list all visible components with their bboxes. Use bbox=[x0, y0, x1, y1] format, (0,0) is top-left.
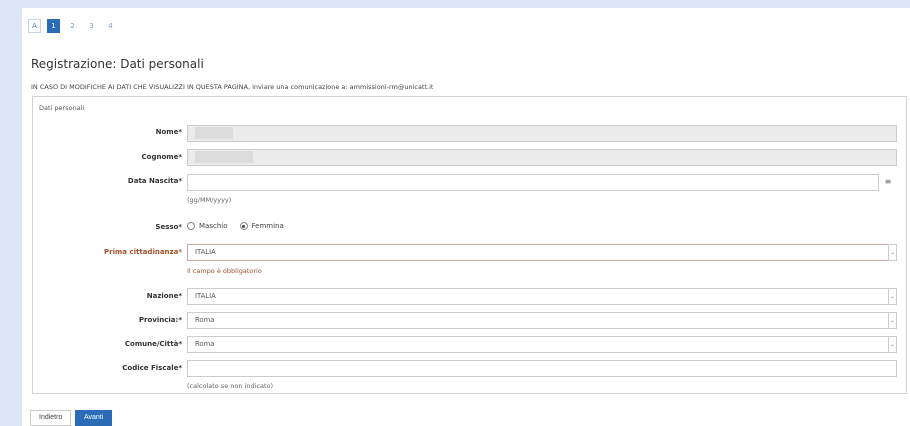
calendar-icon[interactable]: ≡ bbox=[878, 174, 897, 191]
provincia-select[interactable]: Roma ⌄ bbox=[187, 312, 897, 329]
nazione-value: ITALIA bbox=[195, 292, 216, 300]
femmina-radio[interactable] bbox=[239, 222, 248, 230]
codice-fiscale-hint: (calcolato se non indicato) bbox=[187, 382, 274, 390]
prima-cittadinanza-value: ITALIA bbox=[195, 248, 216, 256]
cognome-redacted bbox=[195, 151, 253, 163]
chevron-down-icon[interactable]: ⌄ bbox=[888, 312, 897, 329]
back-button[interactable]: Indietro bbox=[30, 410, 72, 426]
provincia-value: Roma bbox=[195, 316, 215, 324]
prima-cittadinanza-label: Prima cittadinanza* bbox=[104, 248, 182, 256]
sesso-radio-group: Maschio Femmina bbox=[187, 222, 284, 230]
nazione-label: Nazione* bbox=[146, 292, 182, 300]
nazione-select[interactable]: ITALIA ⌄ bbox=[187, 288, 897, 305]
nome-redacted bbox=[195, 127, 233, 139]
cognome-field[interactable] bbox=[187, 149, 897, 166]
prima-cittadinanza-select[interactable]: ITALIA ⌄ bbox=[187, 244, 897, 261]
comune-select[interactable]: Roma ⌄ bbox=[187, 336, 897, 353]
femmina-label: Femmina bbox=[251, 222, 284, 230]
cognome-label: Cognome* bbox=[141, 153, 182, 161]
maschio-label: Maschio bbox=[199, 222, 228, 230]
fieldset-legend: Dati personali bbox=[37, 104, 87, 112]
next-button[interactable]: Avanti bbox=[75, 410, 113, 426]
step-1[interactable]: 1 bbox=[47, 19, 60, 33]
page-title: Registrazione: Dati personali bbox=[31, 57, 204, 71]
chevron-down-icon[interactable]: ⌄ bbox=[888, 244, 897, 261]
step-4[interactable]: 4 bbox=[104, 19, 117, 33]
codice-fiscale-field[interactable] bbox=[187, 360, 897, 377]
codice-fiscale-label: Codice Fiscale* bbox=[122, 364, 182, 372]
comune-label: Comune/Città* bbox=[124, 340, 182, 348]
data-nascita-label: Data Nascita* bbox=[127, 177, 182, 185]
provincia-label: Provincia:* bbox=[138, 316, 182, 324]
step-indicator: A 1 2 3 4 bbox=[28, 19, 117, 33]
nome-field[interactable] bbox=[187, 125, 897, 142]
step-2[interactable]: 2 bbox=[66, 19, 79, 33]
comune-value: Roma bbox=[195, 340, 215, 348]
nome-label: Nome* bbox=[155, 128, 182, 136]
data-nascita-field[interactable]: ≡ bbox=[187, 174, 897, 191]
notice-text: IN CASO DI MODIFICHE AI DATI CHE VISUALI… bbox=[31, 83, 434, 91]
data-nascita-hint: (gg/MM/yyyy) bbox=[187, 196, 232, 204]
chevron-down-icon[interactable]: ⌄ bbox=[888, 336, 897, 353]
registration-page: A 1 2 3 4 Registrazione: Dati personali … bbox=[22, 8, 910, 426]
maschio-radio[interactable] bbox=[187, 222, 195, 230]
sesso-label: Sesso* bbox=[155, 223, 182, 231]
chevron-down-icon[interactable]: ⌄ bbox=[888, 288, 897, 305]
prima-cittadinanza-error: Il campo è obbligatorio bbox=[187, 267, 262, 275]
step-a[interactable]: A bbox=[28, 19, 41, 33]
step-3[interactable]: 3 bbox=[85, 19, 98, 33]
